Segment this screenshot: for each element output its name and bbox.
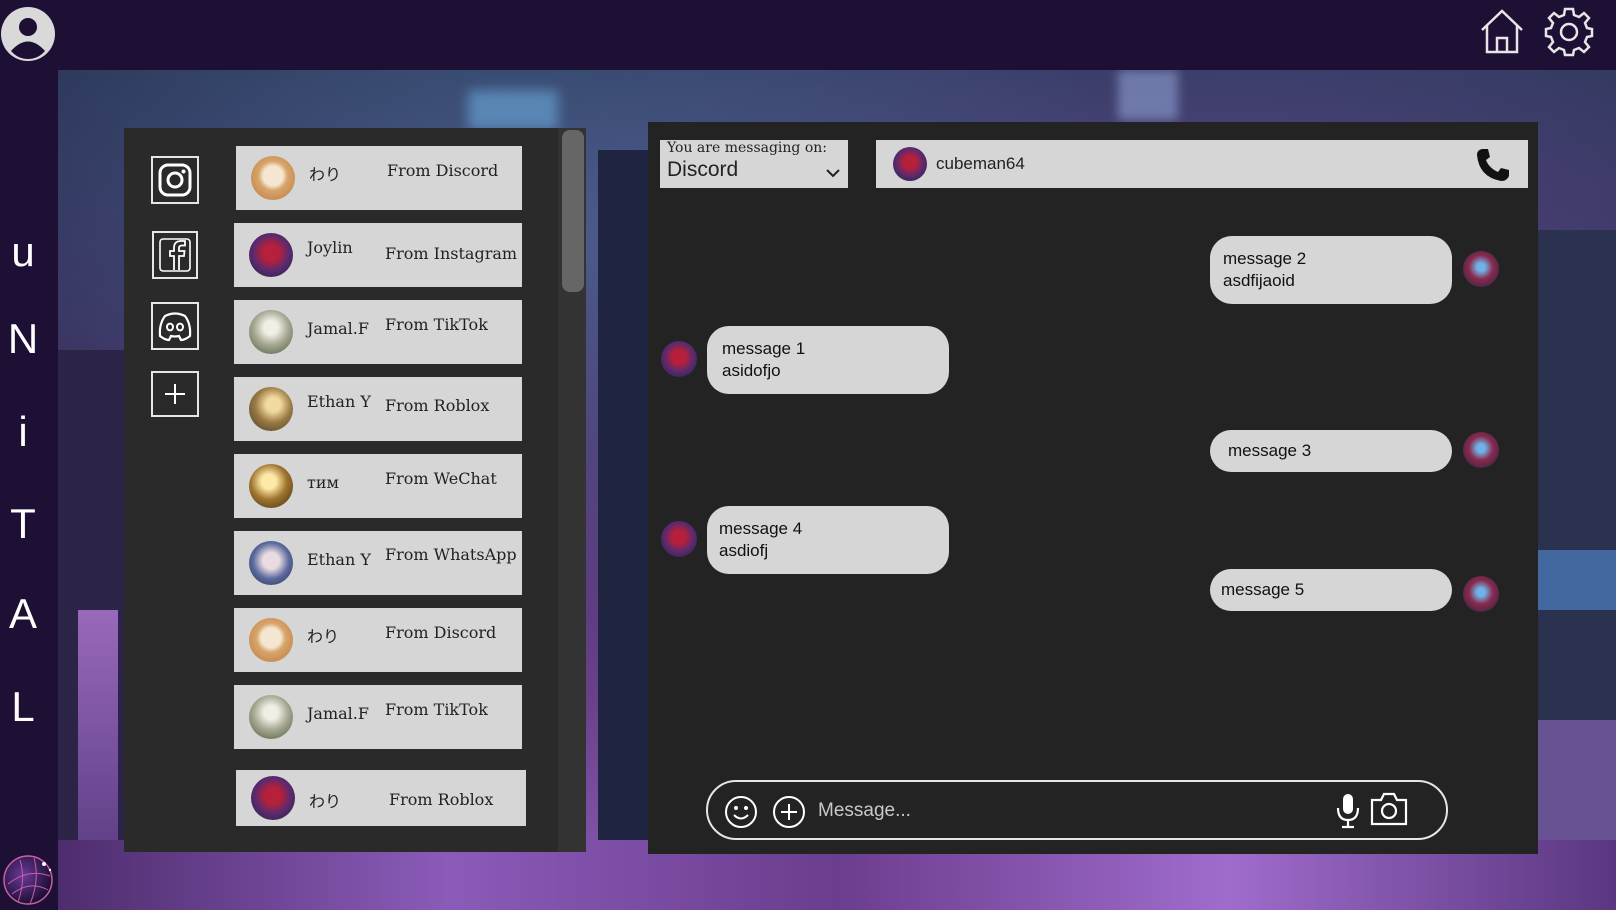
recipient-bar: cubeman64 [876, 140, 1528, 188]
contact-name: Joylin [307, 238, 353, 257]
avatar [249, 310, 293, 354]
camera-icon[interactable] [1369, 790, 1409, 828]
message-text: asdiofj [719, 541, 769, 560]
contact-item[interactable]: тим From WeChat [234, 454, 522, 518]
contact-name: Ethan Y [307, 550, 371, 569]
avatar [1463, 576, 1499, 612]
contact-name: тим [307, 473, 339, 492]
contact-item[interactable]: Ethan Y From Roblox [234, 377, 522, 441]
brand-letter: u [11, 228, 35, 275]
brand-letter: A [8, 590, 37, 637]
facebook-button[interactable] [152, 231, 198, 279]
contact-source: From Roblox [389, 790, 494, 809]
sent-message-bubble: message 5 [1210, 569, 1452, 611]
top-bar [0, 0, 1616, 70]
phone-icon[interactable] [1474, 146, 1512, 184]
contact-item[interactable]: Ethan Y From WhatsApp [234, 531, 522, 595]
avatar [249, 464, 293, 508]
platform-select[interactable]: You are messaging on: Discord [660, 140, 848, 188]
sent-message-bubble: message 3 [1210, 430, 1452, 472]
sent-message-bubble: message 2 asdfijaoid [1210, 236, 1452, 304]
contact-name: Jamal.F [307, 704, 369, 723]
contact-source: From Discord [385, 623, 497, 642]
instagram-button[interactable] [151, 156, 199, 204]
avatar [249, 618, 293, 662]
platform-select-caption: You are messaging on: [667, 140, 828, 156]
scrollbar-thumb[interactable] [562, 130, 584, 292]
contact-item[interactable]: Joylin From Instagram [234, 223, 522, 287]
contact-item[interactable]: Jamal.F From TikTok [234, 300, 522, 364]
microphone-icon[interactable] [1334, 792, 1362, 830]
contact-source: From TikTok [385, 315, 488, 334]
plus-icon [165, 384, 185, 404]
received-message-bubble: message 4 asdiofj [707, 506, 949, 574]
contact-source: From TikTok [385, 700, 488, 719]
avatar [893, 147, 927, 181]
contact-source: From Discord [387, 161, 499, 180]
avatar [251, 776, 295, 820]
gear-icon[interactable] [1543, 6, 1595, 58]
brand-letter: N [7, 315, 39, 362]
instagram-icon [158, 163, 192, 197]
received-message-bubble: message 1 asidofjo [707, 326, 949, 394]
recipient-name: cubeman64 [936, 154, 1025, 173]
contact-item[interactable]: わり From Discord [236, 146, 522, 210]
contact-name: わり [307, 627, 340, 646]
message-text: asidofjo [722, 361, 781, 380]
brand-letter: i [18, 408, 28, 455]
message-text: asdfijaoid [1223, 271, 1295, 290]
avatar [1463, 432, 1499, 468]
contact-source: From Roblox [385, 396, 490, 415]
brand-sidebar: u N i T A L [0, 70, 58, 910]
contacts-panel: わり From Discord Joylin From Instagram Ja… [124, 128, 586, 852]
message-composer [706, 780, 1448, 840]
contact-source: From WeChat [385, 469, 497, 488]
platform-select-value: Discord [667, 158, 739, 181]
home-icon[interactable] [1478, 6, 1526, 56]
avatar [249, 541, 293, 585]
contact-source: From WhatsApp [385, 545, 517, 564]
emoji-icon[interactable] [724, 795, 758, 829]
contact-source: From Instagram [385, 244, 518, 263]
avatar [661, 521, 697, 557]
contact-name: Jamal.F [307, 319, 369, 338]
contact-item[interactable]: Jamal.F From TikTok [234, 685, 522, 749]
add-attachment-icon[interactable] [772, 795, 806, 829]
message-text: message 3 [1228, 441, 1312, 460]
avatar [249, 233, 293, 277]
contact-item[interactable]: わり From Roblox [236, 770, 526, 826]
facebook-icon [159, 238, 191, 272]
planet-logo-icon [3, 855, 53, 905]
contact-name: Ethan Y [307, 392, 371, 411]
message-input[interactable] [816, 794, 1340, 828]
message-text: message 5 [1221, 580, 1305, 599]
chevron-down-icon [826, 169, 840, 178]
brand-letter: L [11, 683, 35, 730]
avatar [249, 387, 293, 431]
contact-item[interactable]: わり From Discord [234, 608, 522, 672]
contact-name: わり [309, 165, 342, 184]
message-text: message 1 [722, 339, 806, 358]
brand-letter: T [10, 500, 36, 547]
discord-button[interactable] [151, 302, 199, 350]
discord-icon [158, 312, 192, 342]
contact-name: わり [309, 792, 342, 811]
message-text: message 4 [719, 519, 803, 538]
profile-icon[interactable] [0, 6, 56, 62]
chat-panel: You are messaging on: Discord cubeman64 … [648, 122, 1538, 854]
avatar [661, 341, 697, 377]
message-text: message 2 [1223, 249, 1307, 268]
add-platform-button[interactable] [151, 371, 199, 417]
avatar [1463, 251, 1499, 287]
avatar [251, 156, 295, 200]
avatar [249, 695, 293, 739]
